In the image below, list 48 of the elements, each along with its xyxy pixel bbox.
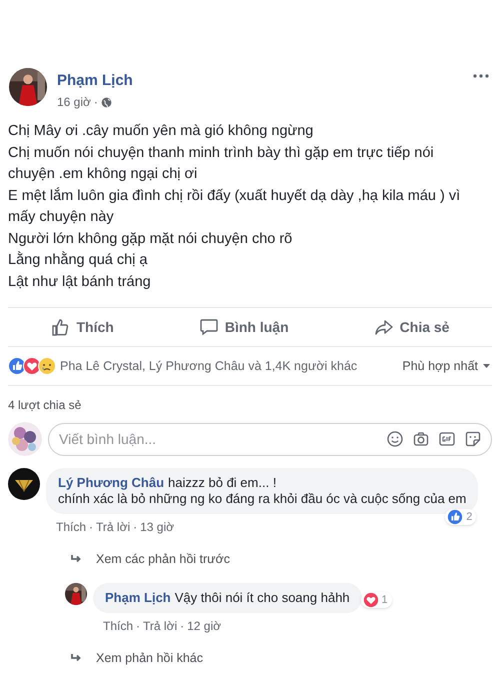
view-replies-link[interactable]: Xem các phản hồi trước bbox=[96, 550, 230, 569]
commenter-name[interactable]: Phạm Lịch bbox=[105, 590, 171, 605]
post-text-line: Chị Mây ơi .cây muốn yên mà gió không ngừng bbox=[8, 122, 314, 141]
comment-action-button[interactable]: Bình luận bbox=[194, 316, 293, 338]
like-action-button[interactable]: Thích bbox=[46, 316, 118, 338]
comment-text: haizzz bỏ đi em... ! bbox=[168, 475, 276, 490]
comment-composer[interactable]: Viết bình luận... bbox=[48, 422, 492, 456]
post-time[interactable]: 16 giờ bbox=[57, 93, 91, 111]
like-link[interactable]: Thích bbox=[103, 616, 134, 635]
like-link[interactable]: Thích bbox=[56, 518, 86, 536]
separator-dot: · bbox=[89, 519, 94, 536]
comment-text: Vậy thôi nói ít cho soang hảhh bbox=[174, 590, 350, 605]
separator-dot: · bbox=[133, 519, 138, 536]
author-name[interactable]: Phạm Lịch bbox=[57, 72, 463, 90]
reaction-count-badge[interactable]: 2 bbox=[445, 508, 476, 525]
reply-arrow-icon bbox=[70, 554, 82, 564]
share-count[interactable]: 4 lượt chia sẻ bbox=[8, 396, 492, 414]
comment-time[interactable]: 12 giờ bbox=[187, 616, 221, 635]
share-action-button[interactable]: Chia sẻ bbox=[370, 316, 454, 338]
post-text-line: Lằng nhằng quá chị ạ bbox=[8, 250, 148, 270]
speech-bubble-icon bbox=[198, 317, 219, 337]
diamond-logo-icon bbox=[8, 468, 40, 500]
post-text-line: Người lớn không gặp mặt nói chuyện cho rõ bbox=[8, 230, 294, 248]
reply-link[interactable]: Trả lời bbox=[143, 616, 178, 635]
post-text-line: Lật như lật bánh tráng bbox=[8, 272, 152, 292]
globe-icon bbox=[100, 96, 112, 108]
caret-icon bbox=[483, 364, 490, 368]
thumbs-up-icon bbox=[50, 317, 70, 337]
sticker-icon[interactable] bbox=[465, 431, 481, 447]
separator-dot: · bbox=[180, 618, 184, 635]
camera-icon[interactable] bbox=[413, 431, 429, 447]
reply-link[interactable]: Trả lời bbox=[96, 518, 130, 536]
more-options-icon[interactable] bbox=[473, 74, 489, 78]
gif-icon[interactable] bbox=[439, 432, 455, 446]
commenter-name[interactable]: Lý Phương Châu bbox=[58, 475, 164, 490]
comment-time[interactable]: 13 giờ bbox=[140, 518, 174, 536]
comment-input-field[interactable]: Viết bình luận... bbox=[59, 428, 377, 450]
sort-dropdown[interactable]: Phù hợp nhất bbox=[402, 356, 490, 376]
post-text-line: Chị muốn nói chuyện thanh minh trình bày thì gặp em trực tiếp nói chuyện .em không ngại chị ơi bbox=[8, 144, 435, 184]
reaction-count-badge[interactable]: 1 bbox=[360, 592, 392, 608]
separator-dot: · bbox=[136, 618, 140, 635]
view-replies-link[interactable]: Xem phản hồi khác bbox=[96, 648, 204, 668]
reply-arrow-icon bbox=[70, 653, 82, 664]
post-text-line: E mệt lắm luôn gia đình chị rồi đấy (xuất huyết dạ dày ,hạ kila máu ) vì mấy chuyện này bbox=[8, 186, 462, 227]
reactions-summary[interactable]: Pha Lê Crystal, Lý Phương Châu và 1,4K người khác bbox=[60, 356, 358, 376]
separator-dot: · bbox=[94, 94, 98, 111]
emoji-icon[interactable] bbox=[387, 431, 403, 447]
comment-text: chính xác là bỏ những ng ko đáng ra khỏi đầu óc và cuộc sống của em bbox=[58, 491, 466, 506]
